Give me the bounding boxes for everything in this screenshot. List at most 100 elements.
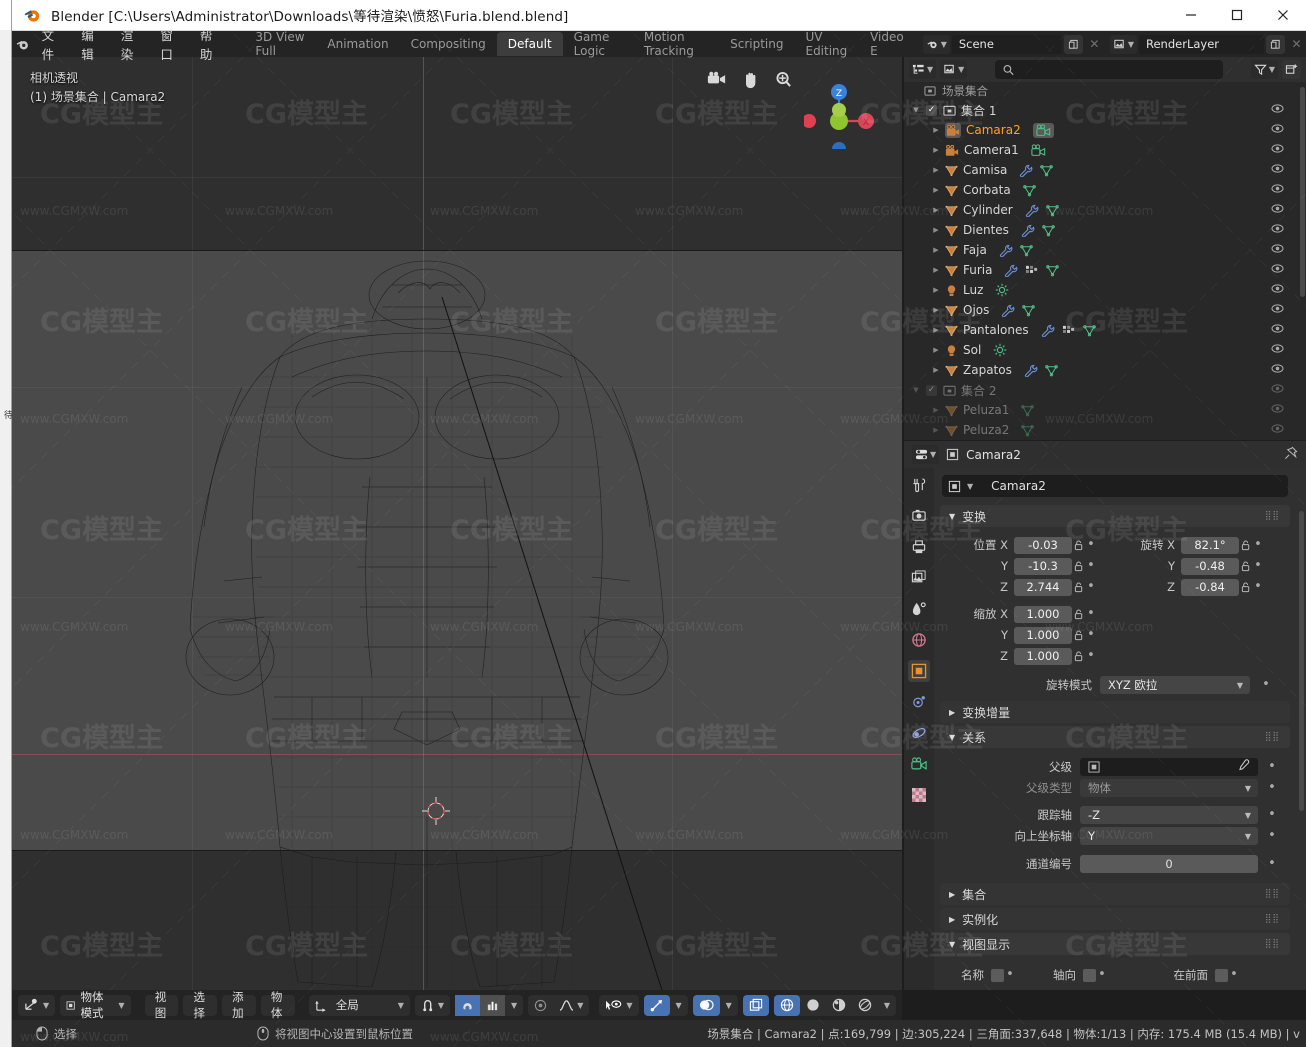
outliner-scene-collection-row[interactable]: 场景集合 [904, 82, 1306, 100]
chevron-right-icon[interactable]: ▶ [930, 406, 942, 414]
scale-y-animate-dot[interactable]: • [1085, 628, 1097, 641]
viewlayer-browse-button[interactable]: ▼ [1109, 34, 1137, 54]
outliner-editor-type-button[interactable]: ▼ [909, 60, 937, 79]
shading-solid-icon[interactable] [800, 995, 826, 1016]
viewlayer-name-field[interactable]: RenderLayer [1139, 34, 1264, 54]
outliner-row-luz[interactable]: ▶ Luz [904, 280, 1306, 300]
tab-constraints[interactable] [908, 722, 930, 744]
visibility-eye-icon[interactable] [1271, 283, 1284, 297]
tab-3d-view-full[interactable]: 3D View Full [244, 30, 316, 58]
visibility-eye-icon[interactable] [1271, 343, 1284, 357]
editor-type-button[interactable]: ▼ [18, 994, 56, 1016]
rotation-z-value[interactable]: -0.84 [1181, 578, 1239, 596]
remove-scene-button[interactable]: ✕ [1085, 35, 1104, 54]
scene-browse-button[interactable]: ▼ [922, 34, 950, 54]
visibility-eye-icon[interactable] [1271, 143, 1284, 157]
outliner-row-dientes[interactable]: ▶ Dientes [904, 220, 1306, 240]
viewport-menu-object[interactable]: 物体 [260, 990, 295, 1020]
visibility-eye-icon[interactable] [1271, 383, 1284, 397]
properties-scrollbar[interactable] [1299, 511, 1304, 811]
outliner-row-集合-2[interactable]: ▼ ✓ 集合 2 [904, 380, 1306, 400]
panel-instancing-header[interactable]: ▶ 实例化 ⣿⣿ [940, 908, 1290, 930]
viewport-menu-view[interactable]: 视图 [144, 990, 179, 1020]
chevron-right-icon[interactable]: ▶ [930, 346, 942, 354]
parent-animate-dot[interactable]: • [1266, 760, 1278, 773]
tab-output[interactable] [908, 536, 930, 558]
panel-transform-header[interactable]: ▼ 变换 ⣿⣿ [940, 505, 1290, 527]
viewport-menu-add[interactable]: 添加 [222, 990, 256, 1020]
tab-motion-tracking[interactable]: Motion Tracking [633, 30, 719, 58]
outliner-tree[interactable]: 场景集合 ▼ ✓ 集合 1 ▶ Camara2 ▶ Camera1 ▶ Camisa ▶ Corba… [904, 82, 1306, 440]
gizmo-icon[interactable] [643, 994, 670, 1016]
location-y-value[interactable]: -10.3 [1014, 557, 1072, 575]
visibility-eye-icon[interactable] [1271, 323, 1284, 337]
rotation-x-value[interactable]: 82.1° [1181, 536, 1239, 554]
outliner-filter-button[interactable]: ▼ [1250, 60, 1278, 79]
proportional-edit-group[interactable]: ▼ [455, 994, 524, 1016]
location-z-animate-dot[interactable]: • [1085, 580, 1097, 593]
up-axis-dropdown[interactable]: Y ▼ [1080, 827, 1258, 845]
outliner-row-camera1[interactable]: ▶ Camera1 [904, 140, 1306, 160]
rotation-z-animate-dot[interactable]: • [1252, 580, 1264, 593]
visibility-eye-icon[interactable] [1271, 223, 1284, 237]
tab-world[interactable] [908, 629, 930, 651]
tab-default[interactable]: Default [496, 32, 563, 56]
zoom-view-icon[interactable] [775, 71, 792, 92]
track-axis-dropdown[interactable]: -Z ▼ [1080, 806, 1258, 824]
chevron-right-icon[interactable]: ▶ [930, 206, 942, 214]
scale-z-value[interactable]: 1.000 [1014, 647, 1072, 665]
tab-compositing[interactable]: Compositing [400, 32, 497, 56]
visibility-eye-icon[interactable] [1271, 423, 1284, 437]
interaction-mode-dropdown[interactable]: 物体模式 ▼ [60, 990, 131, 1020]
chevron-down-icon[interactable]: ▼ [910, 106, 922, 114]
eyedropper-icon[interactable] [1237, 759, 1250, 775]
display-in-front-checkbox[interactable] [1215, 968, 1228, 982]
visibility-eye-icon[interactable] [1271, 203, 1284, 217]
viewport-menu-select[interactable]: 选择 [183, 990, 218, 1020]
scale-x-lock-icon[interactable] [1072, 609, 1085, 620]
chevron-right-icon[interactable]: ▶ [930, 286, 942, 294]
outliner-display-mode-button[interactable]: ▼ [940, 60, 968, 79]
snap-target-icon[interactable] [480, 994, 506, 1016]
outliner-row-peluza2[interactable]: ▶ Peluza2 [904, 420, 1306, 440]
panel-delta-transform-header[interactable]: ▶ 变换增量 [940, 701, 1290, 723]
panel-relations-header[interactable]: ▼ 关系 ⣿⣿ [940, 726, 1290, 748]
display-axes-animate-dot[interactable]: • [1096, 968, 1108, 981]
scale-z-animate-dot[interactable]: • [1085, 649, 1097, 662]
chevron-right-icon[interactable]: ▶ [930, 246, 942, 254]
collection-exclude-checkbox[interactable]: ✓ [926, 384, 937, 396]
rotation-z-lock-icon[interactable] [1239, 582, 1252, 593]
visibility-eye-icon[interactable] [1271, 403, 1284, 417]
outliner-row-camara2[interactable]: ▶ Camara2 [904, 120, 1306, 140]
location-y-lock-icon[interactable] [1072, 561, 1085, 572]
location-y-animate-dot[interactable]: • [1085, 559, 1097, 572]
tab-texture[interactable] [908, 784, 930, 806]
parent-type-animate-dot[interactable]: • [1266, 781, 1278, 794]
rotation-x-lock-icon[interactable] [1239, 540, 1252, 551]
pin-icon[interactable] [1284, 446, 1298, 463]
outliner-row-cylinder[interactable]: ▶ Cylinder [904, 200, 1306, 220]
visibility-eye-icon[interactable] [1271, 363, 1284, 377]
visibility-eye-icon[interactable] [1271, 303, 1284, 317]
outliner-row-peluza1[interactable]: ▶ Peluza1 [904, 400, 1306, 420]
outliner-row-camisa[interactable]: ▶ Camisa [904, 160, 1306, 180]
navigation-gizmo[interactable]: Z X [802, 79, 874, 156]
tab-physics[interactable] [908, 691, 930, 713]
tab-scene[interactable] [908, 598, 930, 620]
parent-type-dropdown[interactable]: 物体 ▼ [1080, 779, 1258, 797]
chevron-right-icon[interactable]: ▶ [930, 306, 942, 314]
rotation-x-animate-dot[interactable]: • [1252, 538, 1264, 551]
proportional-magnet-icon[interactable] [455, 994, 481, 1016]
visibility-eye-icon[interactable] [1271, 243, 1284, 257]
rotation-y-lock-icon[interactable] [1239, 561, 1252, 572]
outliner-row-corbata[interactable]: ▶ Corbata [904, 180, 1306, 200]
scale-x-value[interactable]: 1.000 [1014, 605, 1072, 623]
chevron-right-icon[interactable]: ▶ [930, 366, 942, 374]
tab-uv-editing[interactable]: UV Editing [794, 30, 859, 58]
pass-index-value[interactable]: 0 [1080, 855, 1258, 873]
visibility-eye-icon[interactable] [1271, 103, 1284, 117]
display-axes-checkbox[interactable] [1083, 968, 1096, 982]
outliner-row-furia[interactable]: ▶ Furia [904, 260, 1306, 280]
properties-content[interactable]: ▼ Camara2 ▼ 变换 ⣿⣿ 位置 X -0.03 • 旋转 X 82.1… [934, 468, 1296, 990]
blender-menu-icon[interactable] [12, 31, 33, 57]
